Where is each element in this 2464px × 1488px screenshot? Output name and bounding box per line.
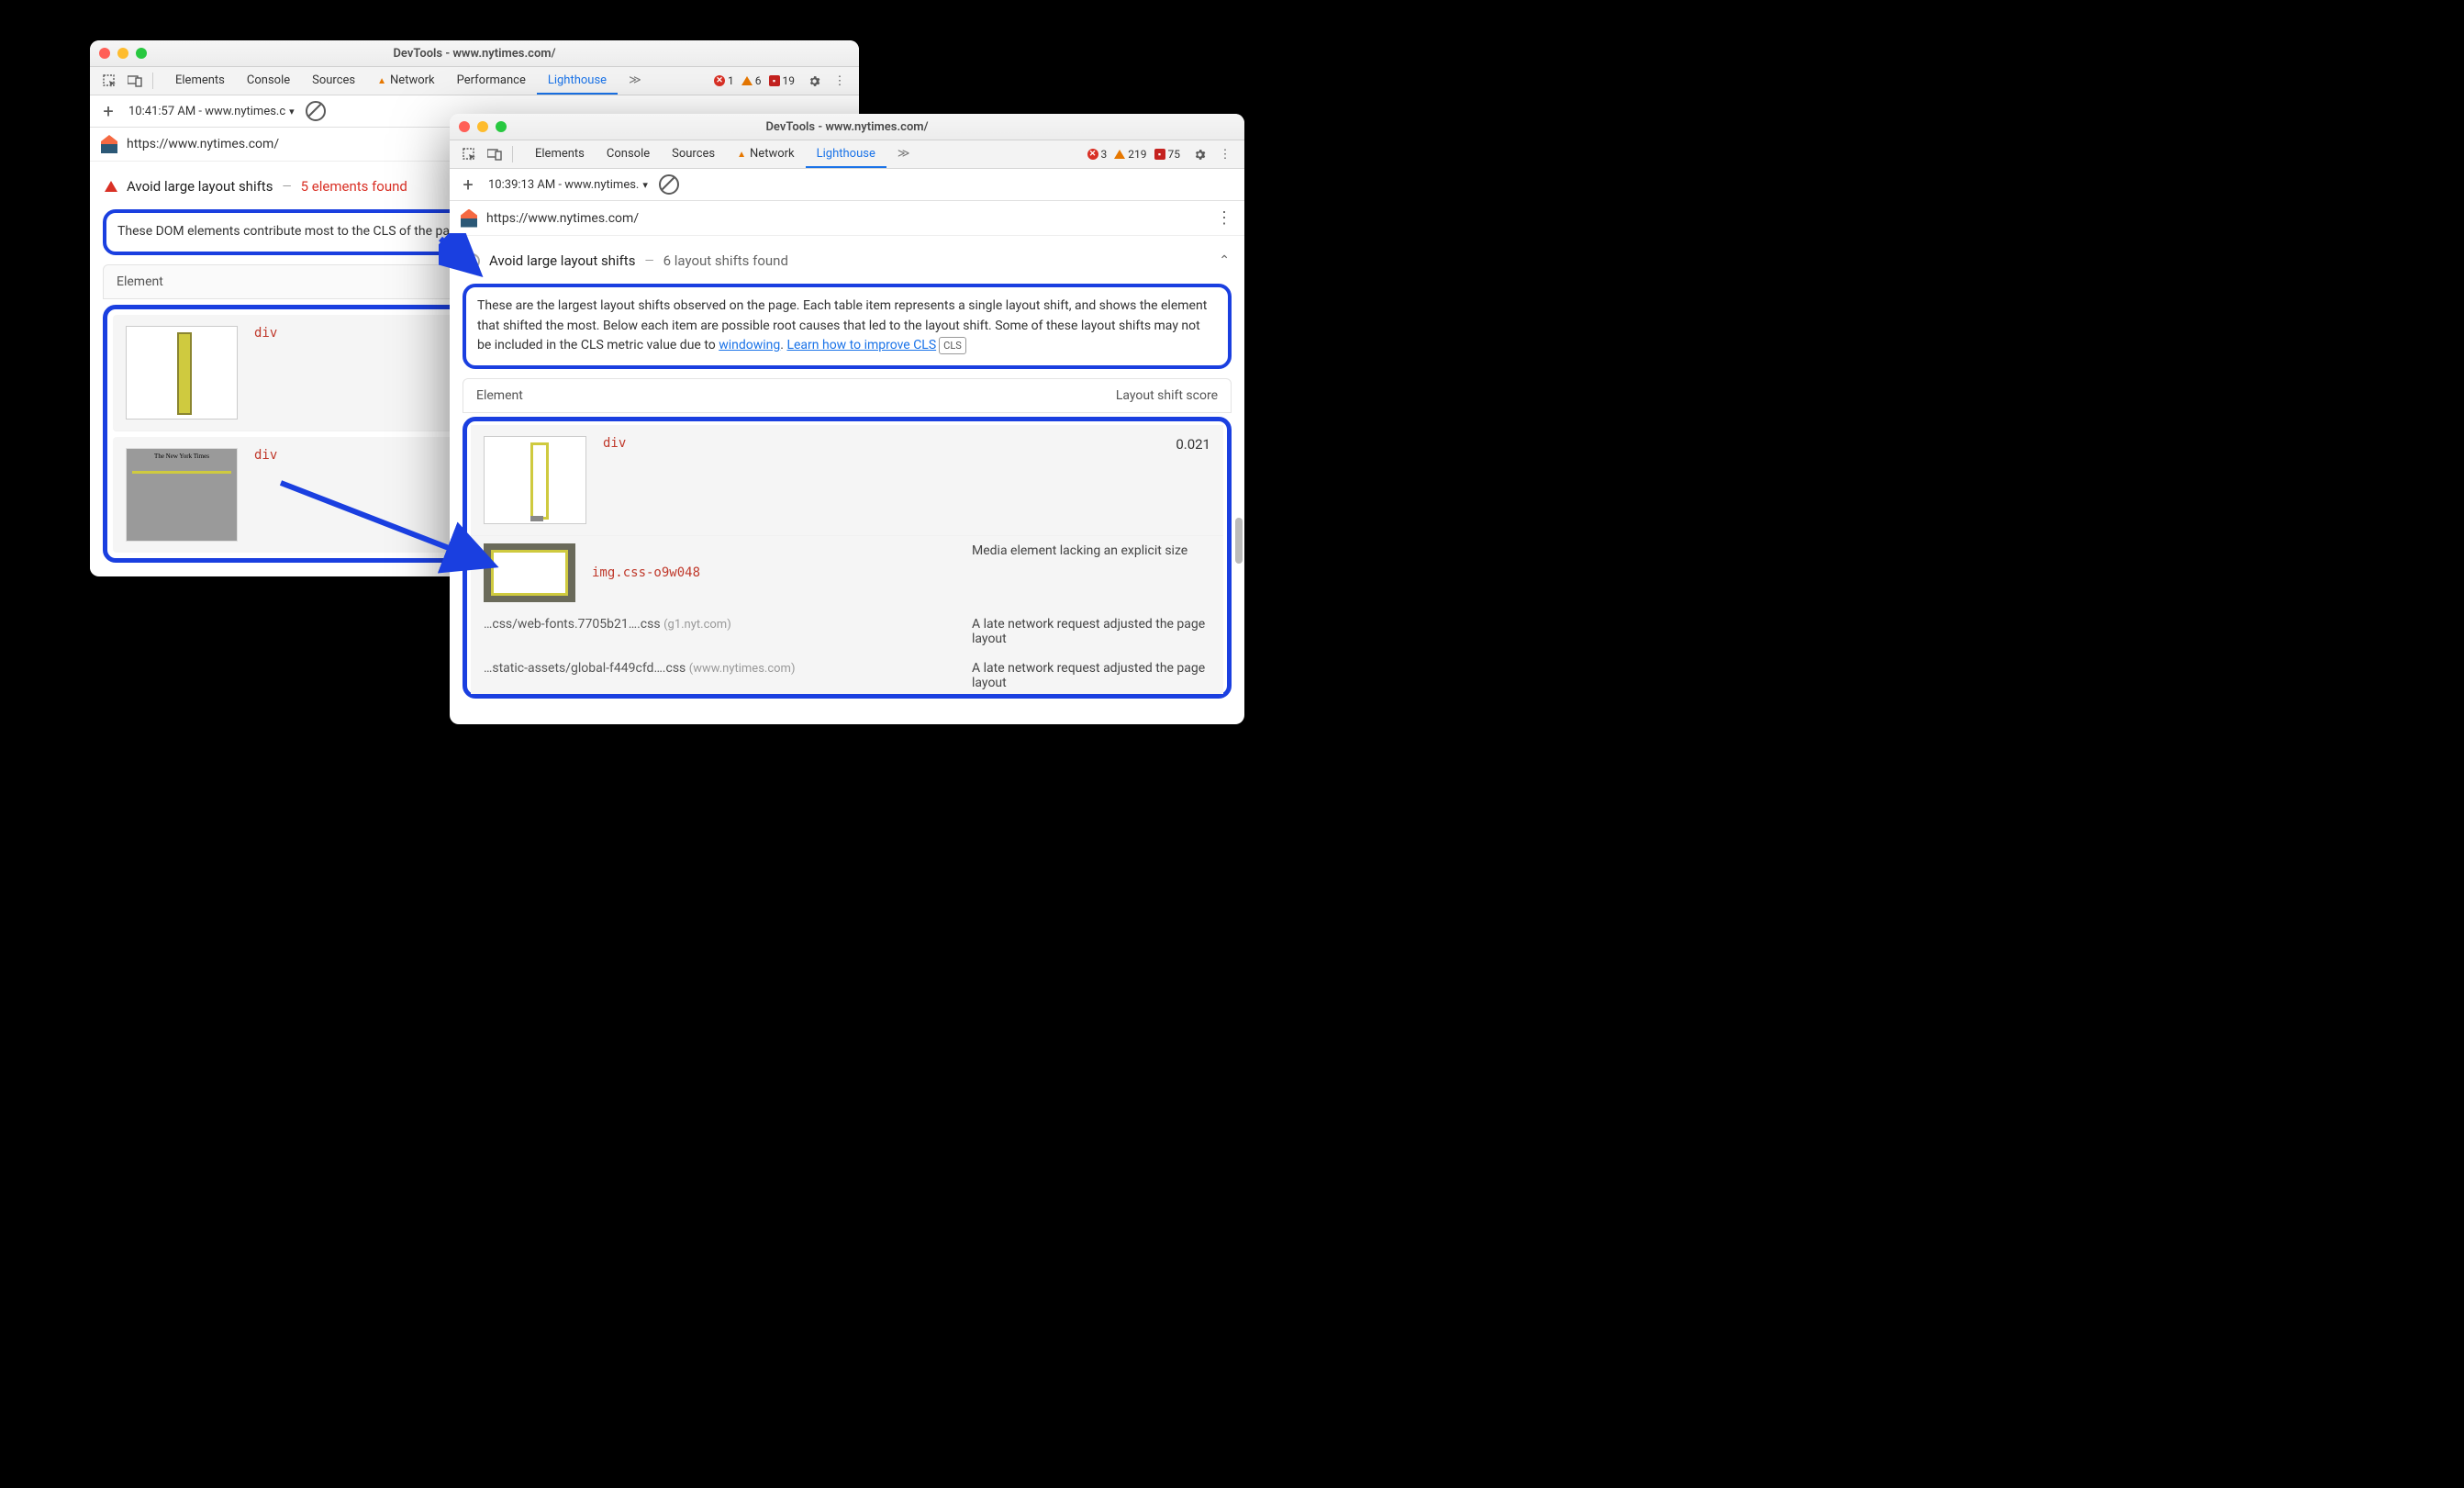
report-menu-icon[interactable]: ⋮ bbox=[1216, 208, 1233, 228]
error-count: 1 bbox=[728, 74, 734, 87]
element-code: div bbox=[254, 326, 277, 341]
warning-icon bbox=[1114, 150, 1125, 159]
cause-thumbnail bbox=[484, 543, 575, 602]
cause-row: img.css-o9w048 Media element lacking an … bbox=[471, 536, 1223, 610]
new-report-icon[interactable]: + bbox=[459, 173, 477, 196]
cause-file: …static-assets/global-f449cfd….css (www.… bbox=[484, 661, 795, 676]
element-thumbnail bbox=[126, 326, 238, 420]
window-title: DevTools - www.nytimes.com/ bbox=[450, 120, 1244, 134]
tab-lighthouse[interactable]: Lighthouse bbox=[806, 141, 886, 168]
element-thumbnail: The New York Times bbox=[126, 448, 238, 542]
divider bbox=[512, 146, 513, 162]
col-score: Layout shift score bbox=[1116, 388, 1218, 403]
cause-text: Media element lacking an explicit size bbox=[972, 543, 1187, 558]
status-badges[interactable]: ✕3 219 ▪75 bbox=[1087, 148, 1180, 161]
device-icon[interactable] bbox=[123, 70, 147, 92]
cause-code: img.css-o9w048 bbox=[592, 565, 700, 580]
lighthouse-icon bbox=[461, 209, 477, 228]
tab-elements[interactable]: Elements bbox=[164, 68, 236, 95]
collapse-icon[interactable]: ⌃ bbox=[1219, 253, 1230, 268]
fail-icon bbox=[105, 181, 117, 192]
error-count: 3 bbox=[1101, 148, 1108, 161]
status-badges[interactable]: ✕1 6 ▪19 bbox=[714, 74, 795, 87]
highlight-item: div 0.021 img.css-o9w048 Media element l… bbox=[463, 417, 1232, 699]
url-row: https://www.nytimes.com/ ⋮ bbox=[450, 201, 1244, 236]
error-icon: ✕ bbox=[1087, 149, 1098, 160]
shift-row[interactable]: div 0.021 bbox=[471, 425, 1223, 536]
clear-icon[interactable] bbox=[659, 174, 679, 195]
report-url: https://www.nytimes.com/ bbox=[127, 137, 279, 151]
tab-sources[interactable]: Sources bbox=[661, 141, 726, 168]
main-toolbar: Elements Console Sources Network Lightho… bbox=[450, 140, 1244, 169]
audit-description: These are the largest layout shifts obse… bbox=[477, 298, 1207, 352]
lighthouse-icon bbox=[101, 135, 117, 153]
warning-icon bbox=[741, 76, 753, 85]
report-dropdown[interactable]: 10:39:13 AM - www.nytimes. bbox=[488, 178, 648, 192]
more-icon[interactable]: ⋮ bbox=[1213, 143, 1237, 165]
issue-count: 19 bbox=[783, 74, 796, 87]
cause-file: …css/web-fonts.7705b21….css (g1.nyt.com) bbox=[484, 617, 731, 632]
shifts-table: Element Layout shift score div 0.021 img… bbox=[463, 378, 1232, 699]
tab-elements[interactable]: Elements bbox=[524, 141, 596, 168]
inspect-icon[interactable] bbox=[457, 143, 481, 165]
audit-header[interactable]: Avoid large layout shifts — 6 layout shi… bbox=[463, 247, 1232, 274]
error-icon: ✕ bbox=[714, 75, 725, 86]
lighthouse-subbar: + 10:39:13 AM - www.nytimes. bbox=[450, 169, 1244, 201]
neutral-icon bbox=[464, 253, 480, 269]
devtools-window-new: DevTools - www.nytimes.com/ Elements Con… bbox=[450, 114, 1244, 724]
learn-cls-link[interactable]: Learn how to improve CLS bbox=[786, 338, 936, 352]
clear-icon[interactable] bbox=[306, 101, 326, 121]
panel-tabs: Elements Console Sources Network Perform… bbox=[164, 68, 652, 95]
tab-console[interactable]: Console bbox=[596, 141, 661, 168]
element-thumbnail bbox=[484, 436, 586, 524]
highlight-description: These are the largest layout shifts obse… bbox=[463, 284, 1232, 369]
tab-network[interactable]: Network bbox=[726, 141, 806, 168]
more-tabs-icon[interactable]: ≫ bbox=[618, 68, 652, 95]
inspect-icon[interactable] bbox=[97, 70, 121, 92]
cause-row: …static-assets/global-f449cfd….css (www.… bbox=[471, 654, 1223, 694]
audit-description: These DOM elements contribute most to th… bbox=[117, 224, 467, 239]
tab-network[interactable]: Network bbox=[366, 68, 446, 95]
shift-score: 0.021 bbox=[1176, 436, 1210, 453]
table-header: Element Layout shift score bbox=[463, 378, 1232, 413]
audit-subtitle: 6 layout shifts found bbox=[663, 252, 788, 269]
window-title: DevTools - www.nytimes.com/ bbox=[90, 47, 859, 61]
audit-title: Avoid large layout shifts bbox=[127, 178, 273, 195]
cause-text: A late network request adjusted the page… bbox=[972, 617, 1205, 646]
tab-lighthouse[interactable]: Lighthouse bbox=[537, 68, 618, 95]
new-report-icon[interactable]: + bbox=[99, 100, 117, 122]
audit-subtitle: 5 elements found bbox=[301, 178, 407, 195]
cls-tag: CLS bbox=[939, 337, 966, 354]
main-toolbar: Elements Console Sources Network Perform… bbox=[90, 67, 859, 95]
cause-row: …css/web-fonts.7705b21….css (g1.nyt.com)… bbox=[471, 610, 1223, 654]
divider bbox=[152, 73, 153, 89]
tab-sources[interactable]: Sources bbox=[301, 68, 366, 95]
more-icon[interactable]: ⋮ bbox=[828, 70, 852, 92]
audit-title: Avoid large layout shifts bbox=[489, 252, 635, 269]
settings-icon[interactable] bbox=[802, 70, 826, 92]
more-tabs-icon[interactable]: ≫ bbox=[886, 141, 921, 168]
tab-console[interactable]: Console bbox=[236, 68, 301, 95]
titlebar[interactable]: DevTools - www.nytimes.com/ bbox=[450, 114, 1244, 140]
device-icon[interactable] bbox=[483, 143, 507, 165]
tab-performance[interactable]: Performance bbox=[446, 68, 537, 95]
element-code: div bbox=[254, 448, 277, 463]
windowing-link[interactable]: windowing bbox=[719, 338, 780, 352]
issue-count: 75 bbox=[1168, 148, 1181, 161]
scrollbar-thumb[interactable] bbox=[1235, 518, 1243, 564]
titlebar[interactable]: DevTools - www.nytimes.com/ bbox=[90, 40, 859, 67]
cause-text: A late network request adjusted the page… bbox=[972, 661, 1205, 690]
issue-icon: ▪ bbox=[1154, 149, 1165, 160]
settings-icon[interactable] bbox=[1187, 143, 1211, 165]
issue-icon: ▪ bbox=[769, 75, 780, 86]
report-dropdown[interactable]: 10:41:57 AM - www.nytimes.c bbox=[128, 105, 295, 118]
panel-tabs: Elements Console Sources Network Lightho… bbox=[524, 141, 920, 168]
col-element: Element bbox=[117, 274, 163, 289]
warning-count: 6 bbox=[755, 74, 762, 87]
report-body: Avoid large layout shifts — 6 layout shi… bbox=[450, 236, 1244, 710]
report-url: https://www.nytimes.com/ bbox=[486, 211, 639, 226]
element-code: div bbox=[603, 436, 626, 451]
warning-count: 219 bbox=[1128, 148, 1146, 161]
col-element: Element bbox=[476, 388, 523, 403]
